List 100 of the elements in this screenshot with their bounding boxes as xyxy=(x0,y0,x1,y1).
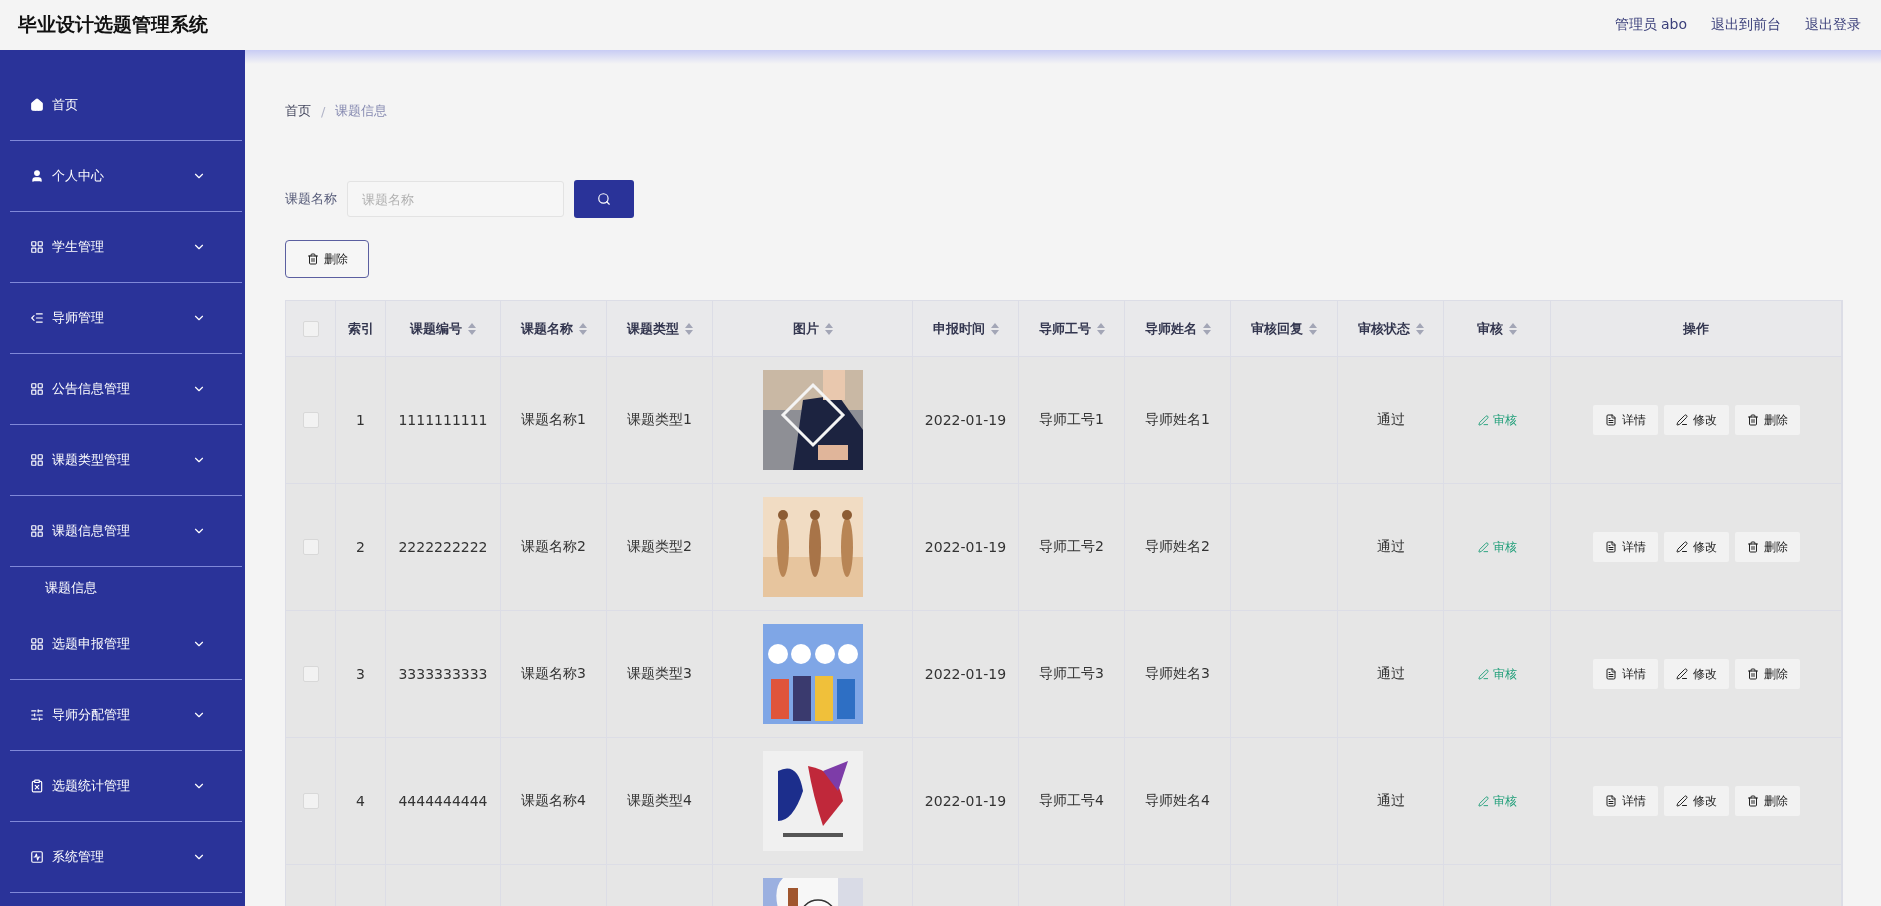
sidebar-item[interactable]: 学生管理 xyxy=(10,212,242,283)
table-cell: 导师姓名2 xyxy=(1145,538,1210,556)
table-cell: 2 xyxy=(356,539,365,555)
menu-icon xyxy=(30,524,44,538)
breadcrumb-item: 课题信息 xyxy=(335,102,388,120)
menu-icon xyxy=(30,708,44,722)
column-header: 审核 xyxy=(1477,319,1503,338)
table-cell: 通过 xyxy=(1376,665,1405,683)
sort-icon xyxy=(1509,322,1517,335)
action-button[interactable]: 详情 xyxy=(1592,659,1658,689)
sidebar-item[interactable]: 选题统计管理 xyxy=(10,751,242,822)
column-header: 导师工号 xyxy=(1038,319,1091,338)
search-field[interactable]: 课题名称 xyxy=(347,181,564,217)
row-checkbox[interactable] xyxy=(302,793,319,809)
search-button[interactable] xyxy=(574,180,634,218)
table-cell: 3 xyxy=(356,666,365,682)
column-header: 操作 xyxy=(1683,319,1709,338)
sidebar-item[interactable]: 首页 xyxy=(10,70,242,141)
search-icon xyxy=(597,192,611,206)
breadcrumb-item[interactable]: 首页 xyxy=(285,102,311,120)
pencil-icon xyxy=(1477,414,1489,426)
menu-icon xyxy=(30,382,44,396)
table-cell: 通过 xyxy=(1376,538,1405,556)
sidebar-subitem[interactable]: 课题信息 xyxy=(0,567,245,609)
row-checkbox[interactable] xyxy=(302,666,319,682)
pencil-icon xyxy=(1675,414,1688,426)
header-link[interactable]: 退出登录 xyxy=(1805,16,1861,34)
pencil-icon xyxy=(1675,541,1688,553)
pencil-icon xyxy=(1477,795,1489,807)
menu-icon xyxy=(30,169,44,183)
table-cell: 课题名称3 xyxy=(521,665,586,683)
table-cell: 2022-01-19 xyxy=(924,666,1007,682)
table-cell: 导师工号3 xyxy=(1039,665,1104,683)
action-button[interactable]: 修改 xyxy=(1663,405,1729,435)
table-cell: 课题类型3 xyxy=(627,665,692,683)
table-cell: 课题类型2 xyxy=(627,538,692,556)
pencil-icon xyxy=(1477,668,1489,680)
sort-icon xyxy=(578,322,587,335)
search-label: 课题名称 xyxy=(285,190,337,208)
header-link[interactable]: 退出到前台 xyxy=(1711,16,1781,34)
action-button[interactable]: 修改 xyxy=(1663,659,1729,689)
action-button[interactable]: 详情 xyxy=(1592,532,1658,562)
table-cell: 1111111111 xyxy=(398,412,488,428)
sidebar-item[interactable]: 导师分配管理 xyxy=(10,680,242,751)
table-cell: 导师工号2 xyxy=(1039,538,1104,556)
sort-icon xyxy=(1415,322,1424,335)
column-header: 课题编号 xyxy=(410,319,462,338)
table-cell: 2022-01-19 xyxy=(924,539,1007,555)
sort-icon xyxy=(1202,322,1211,335)
breadcrumb-separator: / xyxy=(321,103,326,119)
table-cell: 通过 xyxy=(1376,411,1405,429)
action-button[interactable]: 修改 xyxy=(1663,532,1729,562)
column-header: 审核回复 xyxy=(1251,319,1303,338)
document-icon xyxy=(1604,668,1617,680)
table-cell: 导师姓名4 xyxy=(1145,792,1210,810)
action-button[interactable]: 删除 xyxy=(1734,659,1800,689)
sidebar-item[interactable]: 个人中心 xyxy=(10,141,242,212)
sidebar-item[interactable]: 系统管理 xyxy=(10,822,242,893)
menu-icon xyxy=(30,850,44,864)
column-header: 导师姓名 xyxy=(1144,319,1197,338)
table-cell: 3333333333 xyxy=(398,666,488,682)
sidebar-item[interactable]: 公告信息管理 xyxy=(10,354,242,425)
document-icon xyxy=(1604,414,1617,426)
document-icon xyxy=(1604,541,1617,553)
sort-icon xyxy=(824,322,833,335)
action-button[interactable]: 详情 xyxy=(1592,405,1658,435)
menu-icon xyxy=(30,98,44,112)
table-cell: 课题名称2 xyxy=(521,538,586,556)
sidebar-item[interactable]: 课题信息管理 xyxy=(10,496,242,567)
column-header: 课题类型 xyxy=(626,319,679,338)
table-cell: 课题类型1 xyxy=(627,411,692,429)
sidebar-item[interactable]: 选题申报管理 xyxy=(10,609,242,680)
row-checkbox[interactable] xyxy=(302,412,319,428)
table-cell: 2022-01-19 xyxy=(924,793,1007,809)
pencil-icon xyxy=(1675,668,1688,680)
action-button[interactable]: 修改 xyxy=(1663,786,1729,816)
column-header: 申报时间 xyxy=(932,319,985,338)
action-button[interactable]: 删除 xyxy=(1734,405,1800,435)
table-cell: 课题类型4 xyxy=(627,792,692,810)
action-button[interactable]: 删除 xyxy=(1734,532,1800,562)
table-cell: 课题名称1 xyxy=(521,411,586,429)
menu-icon xyxy=(30,311,44,325)
table-cell: 通过 xyxy=(1376,792,1405,810)
app-title: 毕业设计选题管理系统 xyxy=(18,12,208,37)
row-checkbox[interactable] xyxy=(302,539,319,555)
document-icon xyxy=(1604,795,1617,807)
table-cell: 导师工号1 xyxy=(1039,411,1104,429)
sidebar-item[interactable]: 课题类型管理 xyxy=(10,425,242,496)
table-cell: 1 xyxy=(356,412,365,428)
table-cell: 4 xyxy=(356,793,365,809)
menu-icon xyxy=(30,637,44,651)
sidebar-item[interactable]: 导师管理 xyxy=(10,283,242,354)
action-button[interactable]: 详情 xyxy=(1592,786,1658,816)
table-cell: 2222222222 xyxy=(398,539,488,555)
header-link[interactable]: 管理员 abo xyxy=(1614,16,1687,34)
action-button[interactable]: 删除 xyxy=(1734,786,1800,816)
select-all-checkbox[interactable] xyxy=(302,320,319,337)
delete-button[interactable]: 删除 xyxy=(285,240,369,278)
trash-icon xyxy=(1746,541,1759,553)
table-cell: 2022-01-19 xyxy=(924,412,1007,428)
